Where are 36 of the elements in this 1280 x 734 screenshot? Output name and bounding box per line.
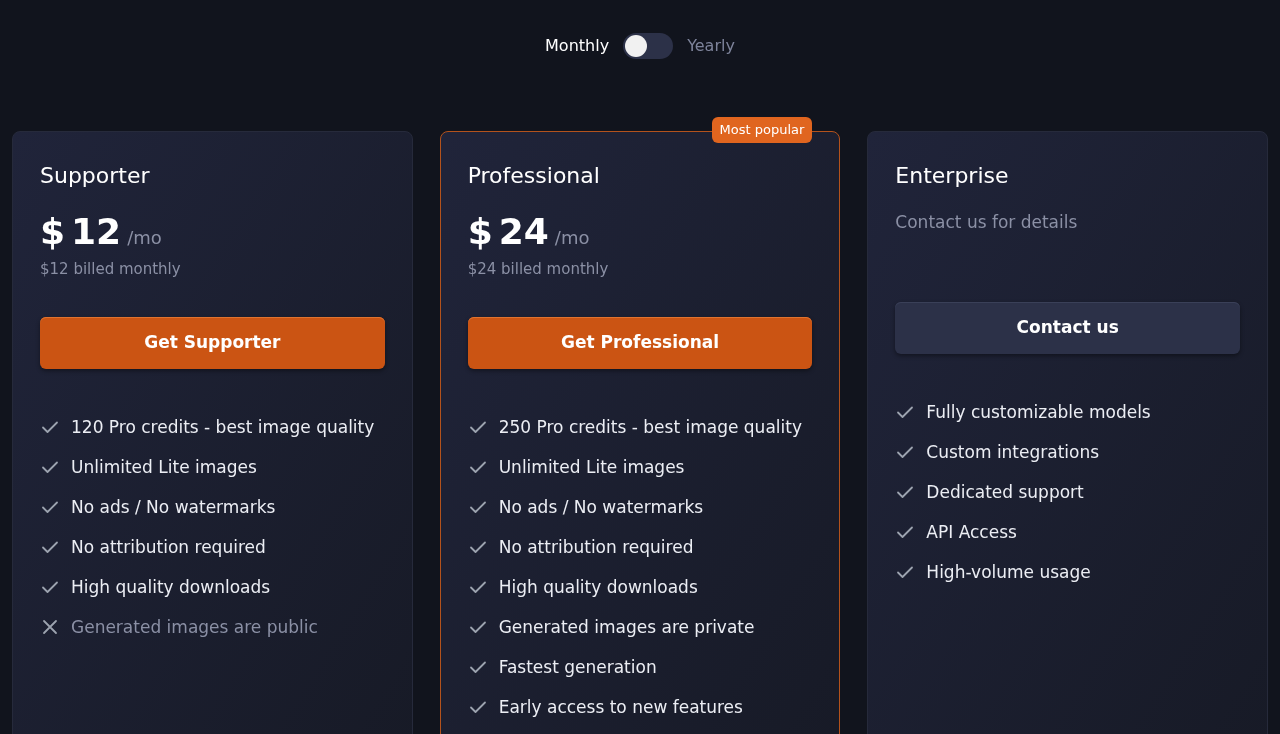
plan-button[interactable]: Contact us [895, 301, 1240, 354]
feature-text: Unlimited Lite images [498, 455, 685, 479]
billing-option[interactable]: Yearly [687, 34, 735, 58]
feature-text: High quality downloads [498, 575, 698, 599]
billing-option[interactable]: Monthly [545, 34, 610, 58]
price-amount: $ 12 [40, 212, 122, 252]
plan-subtitle: Contact us for details [895, 211, 1079, 234]
feature-text: Generated images are public [71, 615, 318, 639]
feature-text: No ads / No watermarks [71, 495, 276, 519]
plan-button[interactable]: Get Professional [467, 316, 813, 369]
feature-text: API Access [926, 520, 1017, 544]
plan-name: Professional [467, 162, 601, 190]
billing-note: $12 billed monthly [40, 259, 182, 280]
price-amount: $ 24 [467, 212, 549, 252]
plan-name: Enterprise [895, 162, 1010, 190]
feature-text: No ads / No watermarks [498, 495, 704, 519]
plan-button[interactable]: Get Supporter [40, 316, 385, 369]
feature-text: High quality downloads [71, 575, 271, 599]
feature-text: Fully customizable models [926, 400, 1151, 424]
plan-name: Supporter [40, 162, 151, 190]
feature-text: Early access to new features [498, 695, 743, 719]
feature-text: Dedicated support [926, 480, 1084, 504]
feature-text: Custom integrations [926, 440, 1100, 464]
price-period: /mo [127, 226, 162, 250]
feature-text: No attribution required [71, 535, 266, 559]
feature-text: Generated images are private [498, 615, 755, 639]
feature-text: 120 Pro credits - best image quality [71, 415, 375, 439]
feature-text: Fastest generation [498, 655, 657, 679]
price-period: /mo [554, 226, 590, 250]
feature-text: No attribution required [498, 535, 694, 559]
feature-text: High-volume usage [926, 560, 1091, 584]
billing-note: $24 billed monthly [467, 259, 610, 280]
feature-text: 250 Pro credits - best image quality [498, 415, 802, 439]
popular-badge: Most popular [711, 117, 813, 143]
billing-toggle[interactable] [623, 33, 674, 59]
feature-text: Unlimited Lite images [71, 455, 257, 479]
